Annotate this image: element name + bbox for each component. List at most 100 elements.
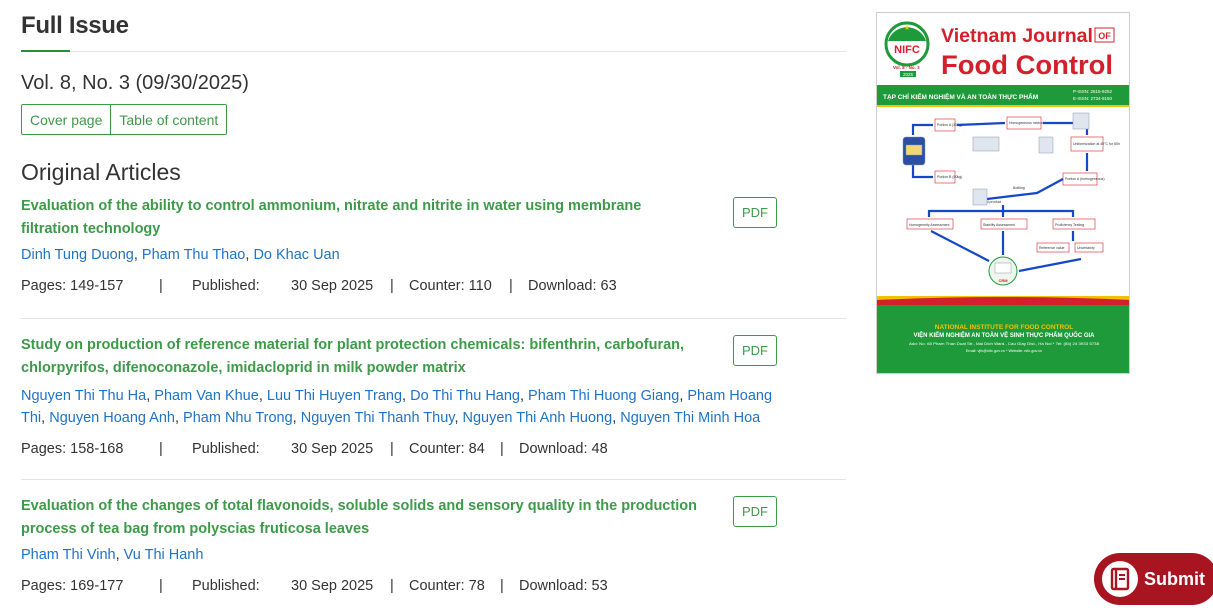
cover-journal-line2: Food Control — [941, 50, 1113, 80]
cover-diagram-label: Reference value — [1039, 246, 1065, 250]
published-date: 30 Sep 2025 — [291, 278, 374, 294]
article-title[interactable]: Study on production of reference materia… — [21, 334, 701, 379]
published-date: 30 Sep 2025 — [291, 578, 374, 594]
page-title: Full Issue — [21, 12, 129, 39]
section-title: Original Articles — [21, 159, 181, 185]
cover-diagram-label: Portion B (50kg) — [937, 175, 962, 179]
cover-diagram-label: CRM — [998, 278, 1008, 283]
article-divider — [21, 318, 846, 319]
issue-title: Vol. 8, No. 3 (09/30/2025) — [21, 72, 249, 94]
author-separator: , — [454, 410, 463, 426]
author-link[interactable]: Pham Nhu Trong — [183, 410, 293, 426]
meta-separator: | — [159, 578, 163, 594]
published-date: 30 Sep 2025 — [291, 441, 374, 457]
meta-separator: | — [390, 578, 394, 594]
author-link[interactable]: Do Thi Thu Hang — [410, 388, 520, 404]
download-label: Download: 63 — [528, 278, 617, 294]
author-separator: , — [519, 388, 529, 404]
author-link[interactable]: Do Khac Uan — [253, 247, 339, 263]
author-link[interactable]: Nguyen Hoang Anh — [49, 410, 175, 426]
author-link[interactable]: Pham Thi Vinh — [21, 547, 116, 563]
cover-diagram-label: Uncertainty — [1077, 246, 1095, 250]
document-icon — [1110, 567, 1130, 591]
cover-eissn: E-ISSN: 2734-9160 — [1073, 96, 1113, 101]
cover-diagram-label: Stability Assessment — [983, 223, 1015, 227]
article-authors: Pham Thi Vinh, Vu Thi Hanh — [21, 544, 781, 566]
author-separator: , — [115, 547, 124, 563]
title-accent-bar — [21, 50, 70, 52]
article-divider — [21, 479, 846, 480]
cover-journal-of: OF — [1098, 31, 1111, 41]
table-of-content-button[interactable]: Table of content — [110, 105, 226, 134]
article-title[interactable]: Evaluation of the ability to control amm… — [21, 195, 701, 240]
author-separator: , — [41, 410, 50, 426]
published-label: Published: — [192, 441, 260, 457]
author-separator: , — [258, 388, 267, 404]
author-separator: , — [292, 410, 301, 426]
author-link[interactable]: Dinh Tung Duong — [21, 247, 134, 263]
counter-label: Counter: 84 — [409, 441, 485, 457]
cover-diagram-label: Portion A (homogeneous) — [1065, 177, 1105, 181]
author-separator: , — [133, 247, 142, 263]
cover-diagram-label: Homogeneity Assessment — [909, 223, 949, 227]
author-link[interactable]: Nguyen Thi Anh Huong — [463, 410, 613, 426]
article-item: Study on production of reference materia… — [21, 334, 846, 457]
download-label: Download: 48 — [519, 441, 608, 457]
pdf-button[interactable]: PDF — [733, 335, 777, 366]
counter-label: Counter: 78 — [409, 578, 485, 594]
cover-diagram-label: Proficiency Testing — [1055, 223, 1084, 227]
cover-institute-vn: VIỆN KIỂM NGHIỆM AN TOÀN VỆ SINH THỰC PH… — [914, 331, 1096, 339]
cover-email: Email: vjfc@nifc.gov.vn * Website: nifc.… — [966, 349, 1042, 353]
issue-button-group: Cover page Table of content — [21, 104, 228, 135]
author-link[interactable]: Nguyen Thi Thu Ha — [21, 388, 146, 404]
author-link[interactable]: Nguyen Thi Minh Hoa — [620, 410, 760, 426]
svg-text:★: ★ — [904, 24, 910, 32]
article-authors: Nguyen Thi Thu Ha, Pham Van Khue, Luu Th… — [21, 385, 781, 429]
cover-year: 2025 — [903, 72, 914, 77]
pdf-button[interactable]: PDF — [733, 496, 777, 527]
meta-separator: | — [159, 441, 163, 457]
cover-diagram-label: Homogeneous mixture — [1009, 121, 1044, 125]
author-link[interactable]: Pham Thu Thao — [142, 247, 245, 263]
cover-institute: NATIONAL INSTITUTE FOR FOOD CONTROL — [935, 324, 1073, 331]
article-meta: Pages: 169-177 | Published: 30 Sep 2025 … — [21, 578, 846, 594]
article-meta: Pages: 158-168 | Published: 30 Sep 2025 … — [21, 441, 846, 457]
author-link[interactable]: Pham Van Khue — [154, 388, 259, 404]
counter-label: Counter: 110 — [409, 278, 492, 294]
submit-label: Submit — [1144, 568, 1205, 589]
cover-address: Add: No. 65 Pham Than Duat Str., Mai Dic… — [909, 342, 1099, 346]
pages-label: Pages: 149-157 — [21, 278, 124, 294]
pdf-button[interactable]: PDF — [733, 197, 777, 228]
meta-separator: | — [390, 278, 394, 294]
cover-journal-line1: Vietnam Journal — [941, 26, 1093, 47]
pages-label: Pages: 169-177 — [21, 578, 124, 594]
cover-vn-title: TẠP CHÍ KIỂM NGHIỆM VÀ AN TOÀN THỰC PHẨM — [883, 92, 1038, 101]
cover-volume: Vol. 8 - No. 3 — [893, 65, 920, 70]
article-meta: Pages: 149-157 | Published: 30 Sep 2025 … — [21, 278, 846, 294]
cover-diagram-label: Bottling — [1013, 186, 1025, 190]
pages-label: Pages: 158-168 — [21, 441, 124, 457]
meta-separator: | — [390, 441, 394, 457]
author-link[interactable]: Luu Thi Huyen Trang — [267, 388, 402, 404]
meta-separator: | — [500, 441, 504, 457]
submit-circle — [1102, 561, 1138, 597]
meta-separator: | — [509, 278, 513, 294]
article-item: Evaluation of the changes of total flavo… — [21, 495, 846, 594]
journal-cover-image[interactable]: NIFC ★ Vol. 8 - No. 3 2025 Vietnam Journ… — [876, 12, 1130, 374]
author-link[interactable]: Pham Thi Huong Giang — [528, 388, 679, 404]
download-label: Download: 53 — [519, 578, 608, 594]
published-label: Published: — [192, 578, 260, 594]
meta-separator: | — [159, 278, 163, 294]
submit-button[interactable]: Submit — [1094, 553, 1213, 605]
author-link[interactable]: Nguyen Thi Thanh Thuy — [301, 410, 455, 426]
article-authors: Dinh Tung Duong, Pham Thu Thao, Do Khac … — [21, 244, 781, 266]
author-link[interactable]: Vu Thi Hanh — [124, 547, 204, 563]
cover-pissn: P-ISSN: 2615-9252 — [1073, 89, 1113, 94]
cover-logo-text: NIFC — [894, 44, 920, 56]
article-title[interactable]: Evaluation of the changes of total flavo… — [21, 495, 701, 540]
published-label: Published: — [192, 278, 260, 294]
meta-separator: | — [500, 578, 504, 594]
cover-page-button[interactable]: Cover page — [22, 105, 110, 134]
title-divider — [21, 51, 846, 52]
cover-artwork: NIFC ★ Vol. 8 - No. 3 2025 Vietnam Journ… — [877, 13, 1129, 373]
